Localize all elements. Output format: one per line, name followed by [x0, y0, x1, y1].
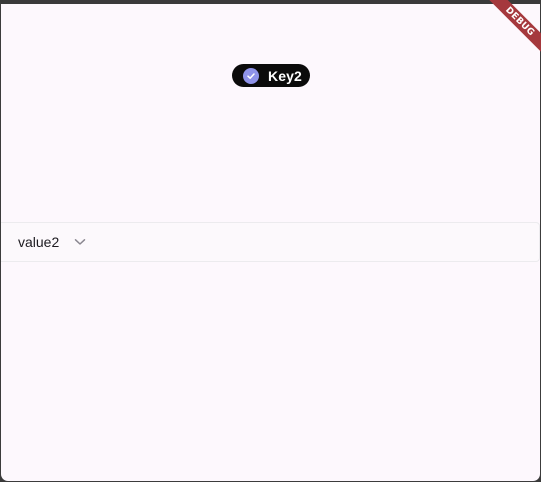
check-icon — [243, 67, 259, 84]
value-dropdown[interactable]: value2 — [18, 223, 86, 261]
key2-chip[interactable]: Key2 — [232, 64, 310, 87]
chip-label: Key2 — [268, 67, 302, 84]
chevron-down-icon — [74, 238, 86, 246]
dropdown-container: value2 — [1, 222, 540, 262]
app-surface: Key2 value2 — [0, 4, 541, 482]
dropdown-selected-value: value2 — [18, 234, 60, 250]
app-window: Key2 value2 DEBUG — [0, 0, 541, 482]
